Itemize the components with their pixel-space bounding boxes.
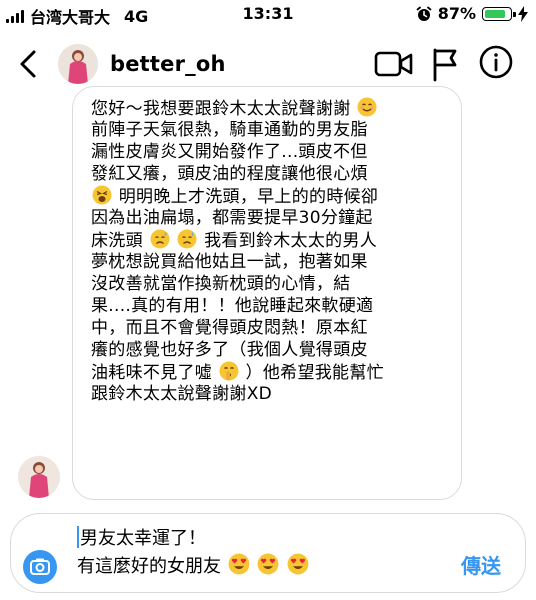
avatar-photo-icon xyxy=(58,44,98,84)
chat-username[interactable]: better_oh xyxy=(110,52,226,76)
message-text: 沒改善就當作換新枕頭的心情，結 xyxy=(91,274,351,294)
message-text: 前陣子天氣很熱，騎車通勤的男友脂 xyxy=(91,120,368,140)
message-text: 中，而且不會覺得頭皮悶熱！原本紅 xyxy=(91,318,368,338)
message-line: 跟鈴木太太說聲謝謝XD xyxy=(91,383,447,405)
text-caret xyxy=(77,526,79,548)
battery-tip xyxy=(513,11,516,17)
back-chevron-icon[interactable] xyxy=(14,46,44,82)
message-line: 發紅又癢，頭皮油的程度讓他很心煩 xyxy=(91,163,447,185)
heart-eyes-emoji-icon xyxy=(287,553,309,575)
input-text: 有這麼好的女朋友 xyxy=(77,556,221,577)
header-avatar[interactable] xyxy=(58,44,98,84)
message-text: 跟鈴木太太說聲謝謝XD xyxy=(91,384,273,404)
camera-icon xyxy=(30,558,50,575)
info-icon[interactable] xyxy=(478,44,514,80)
message-line: 前陣子天氣很熱，騎車通勤的男友脂 xyxy=(91,119,447,141)
camera-button[interactable] xyxy=(23,550,57,584)
status-right: 87% xyxy=(416,4,528,23)
send-button[interactable]: 傳送 xyxy=(461,550,501,579)
message-line: 漏性皮膚炎又開始發作了...頭皮不但 xyxy=(91,141,447,163)
message-line: 癢的感覺也好多了（我個人覺得頭皮 xyxy=(91,339,447,361)
smiling-face-emoji-icon xyxy=(357,97,377,117)
message-text: 發紅又癢，頭皮油的程度讓他很心煩 xyxy=(91,164,368,184)
flag-icon[interactable] xyxy=(430,46,460,82)
message-text: 油耗味不見了噓 xyxy=(91,363,213,383)
message-line: 沒改善就當作換新枕頭的心情，結 xyxy=(91,273,447,295)
sad-sweat-face-emoji-icon xyxy=(177,229,197,249)
message-composer[interactable]: 男友太幸運了！ 有這麼好的女朋友 傳送 xyxy=(10,513,526,593)
battery-icon xyxy=(482,6,516,21)
input-text: 男友太幸運了！ xyxy=(80,528,206,549)
battery-percent: 87% xyxy=(437,4,476,23)
message-text: 癢的感覺也好多了（我個人覺得頭皮 xyxy=(91,340,368,360)
input-line-2: 有這麼好的女朋友 xyxy=(77,553,310,581)
video-call-icon[interactable] xyxy=(374,50,414,78)
message-text: 漏性皮膚炎又開始發作了...頭皮不但 xyxy=(91,142,368,162)
input-line-1: 男友太幸運了！ xyxy=(77,525,310,553)
message-line: 床洗頭 我看到鈴木太太的男人 xyxy=(91,229,447,251)
avatar-photo-icon xyxy=(18,456,60,498)
message-line: 油耗味不見了噓 ）他希望我能幫忙 xyxy=(91,361,447,383)
message-text: 床洗頭 xyxy=(91,231,143,251)
message-text: 我看到鈴木太太的男人 xyxy=(204,231,378,251)
message-text: 明明晚上才洗頭，早上的的時候卻 xyxy=(118,187,379,207)
message-text: ）他希望我能幫忙 xyxy=(245,363,384,383)
charging-bolt-icon xyxy=(518,5,528,22)
sad-sweat-face-emoji-icon xyxy=(150,229,170,249)
heart-eyes-emoji-icon xyxy=(228,553,250,575)
message-line: 夢枕想說買給他姑且一試，抱著如果 xyxy=(91,251,447,273)
status-bar: 台湾大哥大 4G 13:31 87% xyxy=(0,0,536,28)
alarm-icon xyxy=(416,6,432,21)
battery-fill xyxy=(485,9,505,18)
message-line: 明明晚上才洗頭，早上的的時候卻 xyxy=(91,185,447,207)
message-text: 因為出油扁塌，都需要提早30分鐘起 xyxy=(91,208,373,228)
message-line: 因為出油扁塌，都需要提早30分鐘起 xyxy=(91,207,447,229)
message-input[interactable]: 男友太幸運了！ 有這麼好的女朋友 xyxy=(77,525,310,581)
message-text: 您好～我想要跟鈴木太太說聲謝謝 xyxy=(91,99,351,119)
shushing-face-emoji-icon xyxy=(219,361,239,381)
message-text: 夢枕想說買給他姑且一試，抱著如果 xyxy=(91,252,368,272)
message-line: 中，而且不會覺得頭皮悶熱！原本紅 xyxy=(91,317,447,339)
weary-face-emoji-icon xyxy=(92,185,112,205)
message-line: 您好～我想要跟鈴木太太說聲謝謝 xyxy=(91,97,447,119)
heart-eyes-emoji-icon xyxy=(258,553,279,575)
sender-avatar[interactable] xyxy=(18,456,60,498)
message-text: 果....真的有用！！他說睡起來軟硬適 xyxy=(91,296,374,316)
message-line: 果....真的有用！！他說睡起來軟硬適 xyxy=(91,295,447,317)
message-bubble[interactable]: 您好～我想要跟鈴木太太說聲謝謝 前陣子天氣很熱，騎車通勤的男友脂 漏性皮膚炎又開… xyxy=(72,86,462,500)
